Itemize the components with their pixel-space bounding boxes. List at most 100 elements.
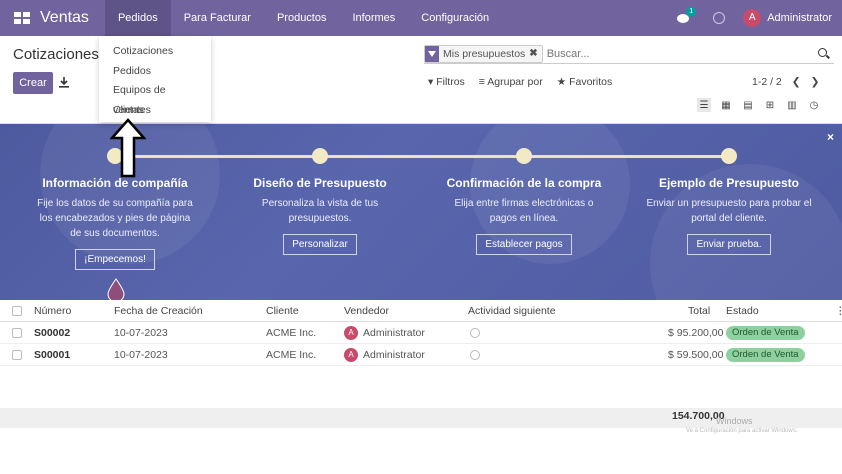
avatar: A (344, 326, 358, 341)
row-checkbox[interactable] (12, 350, 22, 360)
table-row[interactable]: S00002 10-07-2023 ACME Inc. A Administrat… (0, 322, 842, 344)
cell-total: $ 95.200,00 (668, 327, 724, 339)
menu-para-facturar[interactable]: Para Facturar (171, 0, 264, 36)
status-badge: Orden de Venta (726, 348, 805, 363)
step-title: Información de compañía (42, 176, 188, 190)
activity-clock-icon[interactable] (713, 12, 726, 24)
header-state[interactable]: Estado (726, 300, 759, 322)
cell-customer: ACME Inc. (266, 349, 317, 361)
facet-label: Mis presupuestos (443, 47, 526, 60)
salesperson-name: Administrator (363, 327, 425, 339)
step-company: Información de compañía Fije los datos d… (15, 176, 215, 270)
page-title: Cotizaciones (13, 46, 99, 63)
step-title: Diseño de Presupuesto (253, 176, 387, 190)
pager-previous-icon[interactable]: ❮ (792, 76, 801, 88)
calendar-view-icon[interactable]: ▤ (741, 98, 755, 112)
step-drop-icon (107, 278, 125, 300)
app-name[interactable]: Ventas (40, 9, 89, 27)
search-input[interactable] (546, 47, 818, 60)
facet-remove-icon[interactable]: ✖ (529, 48, 541, 59)
search-facet: Mis presupuestos ✖ (424, 44, 543, 63)
systray: 1 A Administrator (677, 7, 832, 27)
optional-columns-icon[interactable]: ⋮ (835, 300, 842, 322)
funnel-icon: ▾ (428, 76, 434, 88)
status-badge: Orden de Venta (726, 326, 805, 341)
menu-informes[interactable]: Informes (339, 0, 408, 36)
header-customer[interactable]: Cliente (266, 300, 299, 322)
up-arrow-icon (110, 118, 146, 178)
pager-value[interactable]: 1-2 / 2 (752, 76, 782, 88)
menu-configuracion[interactable]: Configuración (408, 0, 502, 36)
step-order-confirmation: Confirmación de la compra Elija entre fi… (424, 176, 624, 255)
pivot-view-icon[interactable]: ⊞ (763, 98, 777, 112)
favorites-label: Favoritos (569, 76, 613, 88)
pedidos-dropdown: Cotizaciones Pedidos Equipos de ventas C… (99, 36, 211, 122)
cell-salesperson: A Administrator (344, 344, 425, 366)
select-all-checkbox[interactable] (12, 306, 22, 316)
close-icon[interactable]: × (827, 130, 834, 144)
main-menu: Pedidos Para Facturar Productos Informes… (104, 0, 502, 36)
chat-icon[interactable]: 1 (677, 7, 697, 25)
favorites-toggle[interactable]: ★ Favoritos (557, 76, 613, 88)
step-dot (312, 148, 328, 164)
graph-view-icon[interactable]: ▥ (785, 98, 799, 112)
header-salesperson[interactable]: Vendedor (344, 300, 389, 322)
top-navbar: Ventas Pedidos Para Facturar Productos I… (0, 0, 842, 36)
row-checkbox[interactable] (12, 328, 22, 338)
cell-activity[interactable] (470, 344, 480, 366)
pager-next-icon[interactable]: ❯ (811, 76, 820, 88)
kanban-view-icon[interactable]: ▦ (719, 98, 733, 112)
step-button[interactable]: Personalizar (283, 234, 357, 255)
filters-label: Filtros (436, 76, 465, 88)
cell-number: S00001 (34, 349, 71, 361)
dropdown-item-pedidos[interactable]: Pedidos (99, 62, 211, 82)
activity-clock-icon[interactable] (470, 328, 480, 339)
user-menu[interactable]: A Administrator (743, 9, 832, 27)
avatar: A (743, 9, 762, 27)
user-name: Administrator (767, 12, 832, 24)
cell-activity[interactable] (470, 322, 480, 344)
cell-state: Orden de Venta (726, 344, 805, 366)
star-icon: ★ (556, 76, 567, 88)
dropdown-item-equipos-de-ventas[interactable]: Equipos de ventas (99, 81, 211, 116)
step-dot (721, 148, 737, 164)
apps-menu-icon[interactable] (14, 12, 30, 24)
menu-productos[interactable]: Productos (264, 0, 340, 36)
menu-pedidos[interactable]: Pedidos (104, 0, 171, 36)
header-date[interactable]: Fecha de Creación (114, 300, 203, 322)
cell-state: Orden de Venta (726, 322, 805, 344)
cell-customer: ACME Inc. (266, 327, 317, 339)
search-icon[interactable] (818, 47, 830, 60)
group-by-toggle[interactable]: ≡ Agrupar por (479, 76, 543, 88)
list-icon: ≡ (478, 76, 485, 88)
header-total[interactable]: Total (688, 300, 710, 322)
cell-date: 10-07-2023 (114, 349, 168, 361)
download-icon[interactable] (58, 76, 70, 88)
search-options: ▾ Filtros ≡ Agrupar por ★ Favoritos (428, 76, 612, 88)
search-bar: Mis presupuestos ✖ (424, 44, 834, 64)
activity-view-icon[interactable]: ◷ (807, 98, 821, 112)
cell-date: 10-07-2023 (114, 327, 168, 339)
step-button[interactable]: Establecer pagos (476, 234, 572, 255)
table-header: Número Fecha de Creación Cliente Vendedo… (0, 300, 842, 322)
activity-clock-icon[interactable] (470, 350, 480, 361)
pager: 1-2 / 2 ❮ ❯ (752, 76, 819, 88)
activation-watermark-title: Windows (716, 416, 753, 426)
step-button[interactable]: ¡Empecemos! (75, 249, 155, 270)
step-sample-quotation: Ejemplo de Presupuesto Enviar un presupu… (629, 176, 829, 255)
group-by-label: Agrupar por (487, 76, 543, 88)
create-button[interactable]: Crear (13, 72, 53, 94)
step-quotation-layout: Diseño de Presupuesto Personaliza la vis… (220, 176, 420, 255)
filter-icon (425, 45, 439, 62)
list-view-icon[interactable]: ☰ (697, 98, 711, 112)
dropdown-item-cotizaciones[interactable]: Cotizaciones (99, 42, 211, 62)
step-title: Ejemplo de Presupuesto (658, 176, 800, 190)
header-number[interactable]: Número (34, 300, 71, 322)
step-button[interactable]: Enviar prueba. (687, 234, 771, 255)
step-description: Personaliza la vista de tus presupuestos… (261, 198, 379, 224)
step-description: Elija entre firmas electrónicas o pagos … (454, 198, 594, 224)
header-activity[interactable]: Actividad siguiente (468, 300, 556, 322)
filters-toggle[interactable]: ▾ Filtros (428, 76, 465, 88)
step-description: Enviar un presupuesto para probar el por… (646, 198, 812, 224)
table-row[interactable]: S00001 10-07-2023 ACME Inc. A Administrat… (0, 344, 842, 366)
